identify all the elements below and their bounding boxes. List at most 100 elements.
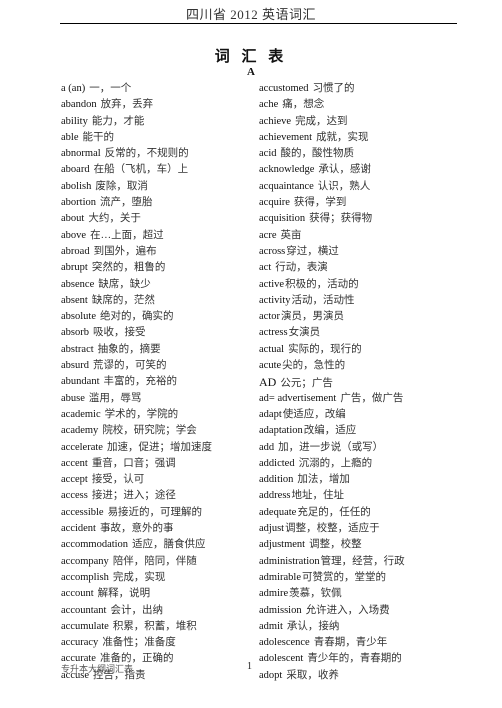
vocab-entry: addicted 沉溺的，上瘾的 bbox=[259, 456, 459, 472]
vocab-word: abolish bbox=[61, 180, 92, 192]
vocab-entry: act 行动，表演 bbox=[259, 260, 459, 276]
vocab-entry: accent 重音，口音；强调 bbox=[61, 456, 261, 472]
vocab-entry: admirable可赞赏的，堂堂的 bbox=[259, 570, 459, 586]
vocab-definition: 公元；广告 bbox=[280, 378, 333, 390]
vocab-definition: 青春期，青少年 bbox=[313, 637, 388, 649]
vocab-definition: 行动，表演 bbox=[275, 262, 328, 274]
vocab-definition: 在…上面，超过 bbox=[90, 229, 164, 241]
vocab-entry: acute尖的，急性的 bbox=[259, 358, 459, 374]
vocab-word: adolescence bbox=[259, 637, 310, 649]
vocab-entry: abuse 滥用，辱骂 bbox=[61, 391, 261, 407]
vocab-word: achieve bbox=[259, 115, 292, 127]
vocab-definition: 演员，男演员 bbox=[281, 311, 344, 323]
vocab-definition: 尖的，急性的 bbox=[282, 360, 346, 372]
vocab-definition: 可赞赏的，堂堂的 bbox=[301, 571, 386, 583]
vocab-entry: abandon 放弃，丢弃 bbox=[61, 97, 261, 113]
vocab-entry: ache 痛，想念 bbox=[259, 97, 459, 113]
vocab-entry: accompany 陪伴，陪同，伴随 bbox=[61, 554, 261, 570]
vocab-column-left: a (an) 一，一个 abandon 放弃，丢弃 ability 能力，才能 able 能干… bbox=[61, 81, 261, 684]
vocab-entry: ability 能力，才能 bbox=[61, 114, 261, 130]
vocab-definition: 放弃，丢弃 bbox=[100, 99, 154, 111]
vocab-word: adolescent bbox=[259, 653, 304, 665]
vocab-entry: admit 承认，接纳 bbox=[259, 619, 459, 635]
vocab-definition: 一，一个 bbox=[89, 83, 132, 94]
vocab-definition: 积累，积蓄，堆积 bbox=[112, 620, 197, 632]
vocab-entry: acquaintance 认识，熟人 bbox=[259, 179, 459, 195]
vocab-definition: 反常的，不规则的 bbox=[104, 148, 189, 160]
vocab-definition: 痛，想念 bbox=[282, 99, 325, 111]
vocab-entry: aboard 在船（飞机，车）上 bbox=[61, 162, 261, 178]
page-title: 词 汇 表 bbox=[214, 49, 288, 65]
vocab-word: actress bbox=[259, 327, 288, 339]
vocab-word: acknowledge bbox=[259, 164, 315, 176]
vocab-entry: admission 允许进入，入场费 bbox=[259, 603, 459, 619]
vocab-entry: adjustment 调整，校整 bbox=[259, 537, 459, 553]
vocab-entry: acid 酸的，酸性物质 bbox=[259, 146, 459, 162]
vocab-definition: 活动，活动性 bbox=[291, 294, 355, 306]
vocab-entry: absent 缺席的，茫然 bbox=[61, 293, 261, 309]
vocab-entry: accustomed 习惯了的 bbox=[259, 81, 459, 97]
vocab-definition: 荒谬的，可笑的 bbox=[93, 360, 167, 372]
vocab-entry: acknowledge 承认，感谢 bbox=[259, 162, 459, 178]
vocab-definition: 重音，口音；强调 bbox=[91, 457, 176, 469]
vocab-word: accompany bbox=[61, 555, 109, 567]
vocab-entry: absolute 绝对的，确实的 bbox=[61, 309, 261, 325]
vocab-definition: 地址，住址 bbox=[291, 490, 345, 502]
vocab-definition: 沉溺的，上瘾的 bbox=[298, 457, 373, 469]
vocab-definition: 滥用，辱骂 bbox=[88, 392, 142, 404]
vocab-definition: 适应，膳食供应 bbox=[132, 539, 206, 551]
vocab-entry: achieve 完成，达到 bbox=[259, 114, 459, 130]
vocab-entry: abstract 抽象的，摘要 bbox=[61, 342, 261, 358]
vocab-definition: 绝对的，确实的 bbox=[100, 311, 174, 323]
vocab-definition: 流产，堕胎 bbox=[100, 197, 153, 209]
vocab-word: actual bbox=[259, 343, 285, 355]
vocab-definition: 青少年的，青春期的 bbox=[307, 653, 402, 665]
vocab-word: addition bbox=[259, 474, 294, 486]
vocab-entry: adopt 采取，收养 bbox=[259, 668, 459, 684]
vocab-definition: 易接近的，可理解的 bbox=[107, 506, 203, 518]
vocab-word: active bbox=[259, 278, 285, 290]
vocab-entry: accessible 易接近的，可理解的 bbox=[61, 505, 261, 521]
vocab-definition: 英亩 bbox=[280, 229, 302, 241]
vocab-definition: 认识，熟人 bbox=[317, 180, 371, 192]
vocab-column-right: accustomed 习惯了的 ache 痛，想念 achieve 完成，达到 achiev… bbox=[259, 81, 459, 684]
vocab-entry: accumulate 积累，积蓄，堆积 bbox=[61, 619, 261, 635]
vocab-definition: 会计，出纳 bbox=[110, 604, 163, 616]
vocab-word: accountant bbox=[61, 604, 107, 616]
vocab-word: acid bbox=[259, 148, 277, 160]
vocab-definition: 广告，做广告 bbox=[340, 392, 404, 404]
vocab-definition: 调整，校整，适应于 bbox=[285, 523, 380, 535]
vocab-word: accident bbox=[61, 523, 96, 535]
vocab-entry: active积极的，活动的 bbox=[259, 277, 459, 293]
vocab-word: accumulate bbox=[61, 620, 109, 632]
vocab-word: academy bbox=[61, 425, 99, 437]
vocab-definition: 能力，才能 bbox=[91, 115, 145, 127]
vocab-word: abroad bbox=[61, 245, 90, 257]
vocab-word: abundant bbox=[61, 376, 100, 388]
vocab-entry: achievement 成就，实现 bbox=[259, 130, 459, 146]
vocab-definition: 加速，促进；增加速度 bbox=[106, 441, 212, 453]
vocab-word: adequate bbox=[259, 506, 297, 518]
vocab-definition: 完成，达到 bbox=[295, 115, 348, 127]
vocab-entry: absurd 荒谬的，可笑的 bbox=[61, 358, 261, 374]
vocab-word: admit bbox=[259, 620, 283, 632]
vocab-word: accuracy bbox=[61, 637, 99, 649]
vocab-entry: able 能干的 bbox=[61, 130, 261, 146]
vocab-word: accent bbox=[61, 457, 88, 469]
vocab-entry: adaptation改编，适应 bbox=[259, 423, 459, 439]
vocab-definition: 陪伴，陪同，伴随 bbox=[112, 555, 197, 567]
vocab-word: absence bbox=[61, 278, 95, 290]
vocab-word: acquisition bbox=[259, 213, 306, 225]
vocab-word: accommodation bbox=[61, 539, 129, 551]
vocab-entry: abundant 丰富的，充裕的 bbox=[61, 374, 261, 390]
running-header: 四川省 2012 英语词汇 bbox=[185, 7, 316, 22]
vocab-word: absorb bbox=[61, 327, 89, 339]
vocab-word: accept bbox=[61, 474, 88, 486]
header-rule bbox=[60, 23, 457, 24]
footer-text: 专升本大纲词汇表 bbox=[61, 664, 134, 674]
vocab-definition: 能干的 bbox=[82, 131, 115, 143]
vocab-entry: addition 加法，增加 bbox=[259, 472, 459, 488]
vocab-definition: 改编，适应 bbox=[303, 425, 357, 437]
vocab-definition: 缺席，缺少 bbox=[98, 278, 151, 290]
vocab-definition: 准备性；准备度 bbox=[102, 637, 176, 649]
